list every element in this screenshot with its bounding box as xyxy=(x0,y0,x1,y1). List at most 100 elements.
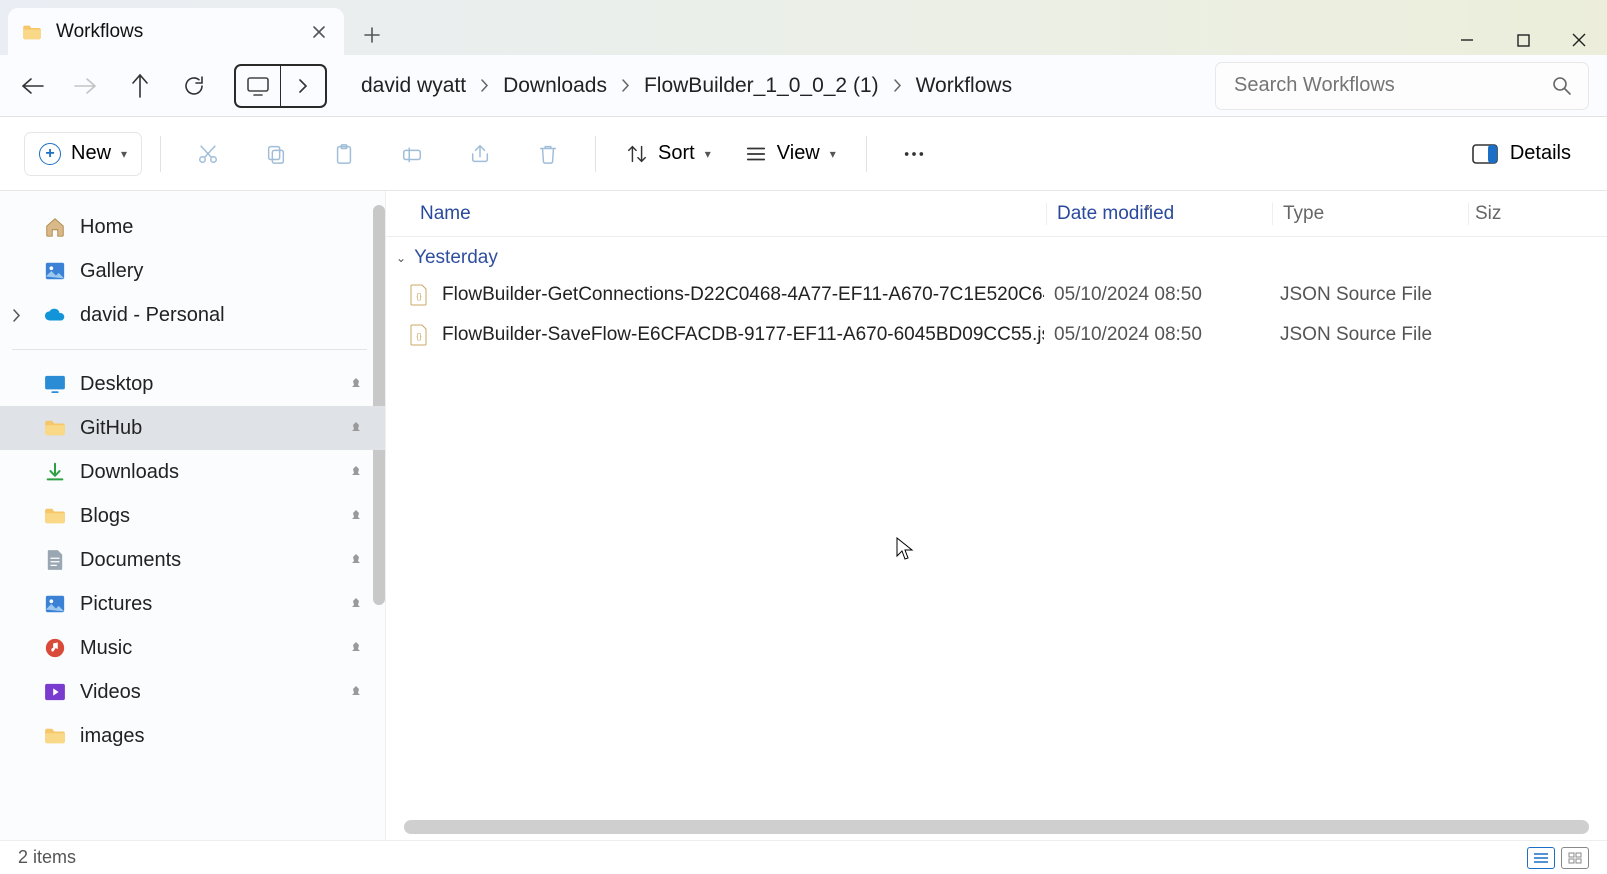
body: Home Gallery david - Personal Desktop Gi… xyxy=(0,191,1607,840)
videos-icon xyxy=(44,681,66,703)
search-box[interactable] xyxy=(1215,62,1589,110)
breadcrumb-segment[interactable]: FlowBuilder_1_0_0_2 (1) xyxy=(636,74,887,98)
music-icon xyxy=(44,637,66,659)
status-bar: 2 items xyxy=(0,840,1607,874)
group-header-yesterday[interactable]: ⌄ Yesterday xyxy=(386,241,1607,275)
sort-icon xyxy=(626,143,648,165)
chevron-right-icon xyxy=(887,79,908,92)
pin-icon[interactable] xyxy=(349,421,363,435)
details-view-button[interactable] xyxy=(1527,847,1555,869)
view-toggle xyxy=(1527,847,1589,869)
file-rows: ⌄ Yesterday {} FlowBuilder-GetConnection… xyxy=(386,237,1607,820)
pin-icon[interactable] xyxy=(349,465,363,479)
sidebar-item-images[interactable]: images xyxy=(0,714,385,758)
new-button[interactable]: + New ▾ xyxy=(24,132,142,176)
file-row[interactable]: {} FlowBuilder-SaveFlow-E6CFACDB-9177-EF… xyxy=(386,315,1607,355)
delete-button[interactable] xyxy=(519,135,577,173)
sidebar-item-github[interactable]: GitHub xyxy=(0,406,385,450)
column-headers: Name ⌄ Date modified Type Siz xyxy=(386,191,1607,237)
new-tab-button[interactable] xyxy=(352,15,392,55)
sidebar-item-onedrive[interactable]: david - Personal xyxy=(0,293,385,337)
navigation-bar: david wyatt Downloads FlowBuilder_1_0_0_… xyxy=(0,55,1607,117)
breadcrumb-segment[interactable]: david wyatt xyxy=(353,74,474,98)
paste-button[interactable] xyxy=(315,135,373,173)
new-button-label: New xyxy=(71,142,111,165)
file-list-pane: Name ⌄ Date modified Type Siz ⌄ Yesterda… xyxy=(386,191,1607,840)
horizontal-scrollbar[interactable] xyxy=(404,820,1589,834)
forward-button[interactable] xyxy=(72,72,100,100)
folder-icon xyxy=(22,24,42,40)
column-header-size[interactable]: Siz xyxy=(1468,203,1528,225)
sidebar-item-videos[interactable]: Videos xyxy=(0,670,385,714)
chevron-right-icon xyxy=(281,79,325,93)
pin-icon[interactable] xyxy=(349,685,363,699)
sidebar-item-blogs[interactable]: Blogs xyxy=(0,494,385,538)
sidebar-item-label: Desktop xyxy=(80,373,153,396)
sidebar-item-gallery[interactable]: Gallery xyxy=(0,249,385,293)
path-root-selector[interactable] xyxy=(234,64,327,108)
thumbnails-view-button[interactable] xyxy=(1561,847,1589,869)
column-header-type[interactable]: Type xyxy=(1272,203,1468,225)
sidebar-item-documents[interactable]: Documents xyxy=(0,538,385,582)
cut-icon xyxy=(197,143,219,165)
sidebar-item-label: david - Personal xyxy=(80,304,225,327)
maximize-button[interactable] xyxy=(1495,25,1551,55)
close-tab-icon[interactable] xyxy=(308,21,330,43)
close-window-button[interactable] xyxy=(1551,25,1607,55)
details-pane-button[interactable]: Details xyxy=(1460,134,1583,173)
file-explorer-window: Workflows xyxy=(0,0,1607,874)
trash-icon xyxy=(537,143,559,165)
sort-button[interactable]: Sort ▾ xyxy=(614,134,723,173)
chevron-right-icon xyxy=(615,79,636,92)
sidebar-separator xyxy=(12,349,367,350)
pin-icon[interactable] xyxy=(349,597,363,611)
onedrive-icon xyxy=(44,304,66,326)
refresh-button[interactable] xyxy=(180,72,208,100)
sidebar-item-label: Music xyxy=(80,637,132,660)
up-button[interactable] xyxy=(126,72,154,100)
folder-icon xyxy=(44,505,66,527)
chevron-down-icon: ▾ xyxy=(705,147,711,161)
sidebar-item-pictures[interactable]: Pictures xyxy=(0,582,385,626)
pin-icon[interactable] xyxy=(349,509,363,523)
more-icon xyxy=(903,143,925,165)
view-icon xyxy=(745,143,767,165)
breadcrumb: david wyatt Downloads FlowBuilder_1_0_0_… xyxy=(353,62,1189,110)
sidebar-item-desktop[interactable]: Desktop xyxy=(0,362,385,406)
plus-icon: + xyxy=(39,143,61,165)
title-bar: Workflows xyxy=(0,0,1607,55)
breadcrumb-segment[interactable]: Downloads xyxy=(495,74,615,98)
view-button[interactable]: View ▾ xyxy=(733,134,848,173)
column-header-date[interactable]: ⌄ Date modified xyxy=(1046,203,1272,225)
back-button[interactable] xyxy=(18,72,46,100)
sidebar-item-label: Gallery xyxy=(80,260,143,283)
cut-button[interactable] xyxy=(179,135,237,173)
breadcrumb-segment[interactable]: Workflows xyxy=(908,74,1020,98)
more-button[interactable] xyxy=(885,135,943,173)
column-header-name[interactable]: Name xyxy=(420,203,1046,225)
gallery-icon xyxy=(44,260,66,282)
file-row[interactable]: {} FlowBuilder-GetConnections-D22C0468-4… xyxy=(386,275,1607,315)
minimize-button[interactable] xyxy=(1439,25,1495,55)
sidebar-item-label: images xyxy=(80,725,144,748)
copy-button[interactable] xyxy=(247,135,305,173)
chevron-down-icon: ⌄ xyxy=(396,251,406,265)
tab-workflows[interactable]: Workflows xyxy=(8,8,344,55)
sidebar-item-home[interactable]: Home xyxy=(0,205,385,249)
rename-button[interactable] xyxy=(383,135,441,173)
share-icon xyxy=(469,143,491,165)
chevron-right-icon[interactable] xyxy=(12,309,21,322)
sidebar-item-downloads[interactable]: Downloads xyxy=(0,450,385,494)
chevron-right-icon xyxy=(474,79,495,92)
share-button[interactable] xyxy=(451,135,509,173)
pin-icon[interactable] xyxy=(349,641,363,655)
window-controls xyxy=(1439,19,1607,55)
view-button-label: View xyxy=(777,142,820,165)
sidebar-item-music[interactable]: Music xyxy=(0,626,385,670)
pin-icon[interactable] xyxy=(349,377,363,391)
chevron-down-icon: ▾ xyxy=(830,147,836,161)
file-name: FlowBuilder-SaveFlow-E6CFACDB-9177-EF11-… xyxy=(442,324,1044,346)
search-input[interactable] xyxy=(1232,73,1552,98)
sidebar-item-label: Videos xyxy=(80,681,141,704)
pin-icon[interactable] xyxy=(349,553,363,567)
